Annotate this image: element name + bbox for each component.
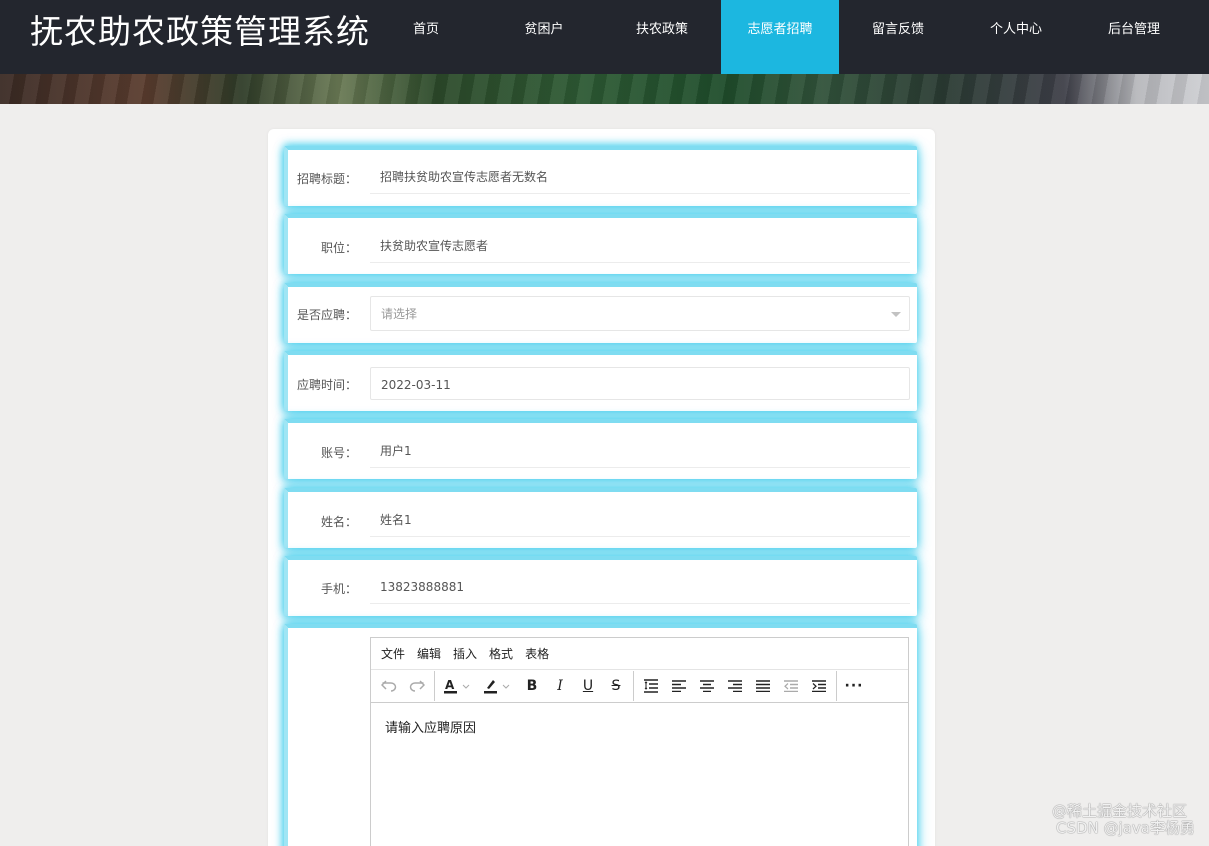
site-title: 抚农助农政策管理系统: [30, 12, 370, 51]
outdent-icon[interactable]: [777, 672, 805, 700]
account-field[interactable]: 用户1: [370, 434, 910, 468]
menu-file[interactable]: 文件: [381, 645, 405, 662]
field-label-title: 招聘标题：: [296, 172, 357, 186]
main-nav: 首页 贫困户 扶农政策 志愿者招聘 留言反馈 个人中心 后台管理: [367, 0, 1193, 74]
italic-icon[interactable]: I: [546, 672, 574, 700]
nav-volunteer-recruit[interactable]: 志愿者招聘: [721, 0, 839, 74]
form-row-apply: 是否应聘： 请选择: [284, 283, 917, 343]
editor-menubar: 文件 编辑 插入 格式 表格: [371, 638, 908, 670]
align-left-icon[interactable]: [665, 672, 693, 700]
rich-text-editor: 文件 编辑 插入 格式 表格 A B I U S ··· 请输入应聘原因: [370, 637, 909, 846]
menu-format[interactable]: 格式: [489, 645, 513, 662]
redo-icon[interactable]: [403, 672, 431, 700]
nav-feedback[interactable]: 留言反馈: [839, 0, 957, 74]
menu-table[interactable]: 表格: [525, 645, 549, 662]
align-right-icon[interactable]: [721, 672, 749, 700]
form-row-position: 职位： 扶贫助农宣传志愿者: [284, 214, 917, 274]
menu-edit[interactable]: 编辑: [417, 645, 441, 662]
editor-content[interactable]: 请输入应聘原因: [371, 703, 908, 750]
name-field[interactable]: 姓名1: [370, 503, 910, 537]
position-field[interactable]: 扶贫助农宣传志愿者: [370, 229, 910, 263]
field-label-phone: 手机：: [320, 582, 357, 596]
banner-image: [0, 74, 1209, 104]
field-label-name: 姓名：: [320, 515, 357, 529]
nav-personal-center[interactable]: 个人中心: [957, 0, 1075, 74]
phone-field[interactable]: 13823888881: [370, 570, 910, 604]
line-height-icon[interactable]: [637, 672, 665, 700]
editor-toolbar: A B I U S ···: [371, 670, 908, 703]
form-row-phone: 手机： 13823888881: [284, 556, 917, 616]
nav-poor-households[interactable]: 贫困户: [485, 0, 603, 74]
field-label-apply-time: 应聘时间：: [296, 378, 357, 392]
nav-farm-policy[interactable]: 扶农政策: [603, 0, 721, 74]
underline-icon[interactable]: U: [574, 672, 602, 700]
chevron-down-icon: [891, 312, 901, 317]
toolbar-divider: [434, 671, 435, 701]
align-center-icon[interactable]: [693, 672, 721, 700]
field-label-account: 账号：: [320, 446, 357, 460]
text-color-icon[interactable]: A: [438, 672, 478, 700]
field-label-apply: 是否应聘：: [296, 308, 357, 322]
strikethrough-icon[interactable]: S: [602, 672, 630, 700]
toolbar-divider: [836, 671, 837, 701]
form-row-title: 招聘标题： 招聘扶贫助农宣传志愿者无数名: [284, 146, 917, 206]
indent-icon[interactable]: [805, 672, 833, 700]
apply-select[interactable]: 请选择: [370, 296, 910, 331]
form-row-apply-time: 应聘时间： 2022-03-11: [284, 351, 917, 411]
watermark-csdn: CSDN @java李杨勇: [1056, 819, 1195, 837]
highlight-color-icon[interactable]: [478, 672, 518, 700]
align-justify-icon[interactable]: [749, 672, 777, 700]
top-header: 抚农助农政策管理系统 首页 贫困户 扶农政策 志愿者招聘 留言反馈 个人中心 后…: [0, 0, 1209, 74]
apply-date-field[interactable]: 2022-03-11: [370, 367, 910, 400]
undo-icon[interactable]: [375, 672, 403, 700]
recruit-title-field[interactable]: 招聘扶贫助农宣传志愿者无数名: [370, 160, 910, 194]
apply-select-placeholder: 请选择: [381, 307, 418, 321]
menu-insert[interactable]: 插入: [453, 645, 477, 662]
field-label-position: 职位：: [320, 241, 357, 255]
nav-home[interactable]: 首页: [367, 0, 485, 74]
form-row-account: 账号： 用户1: [284, 419, 917, 479]
nav-admin[interactable]: 后台管理: [1075, 0, 1193, 74]
toolbar-divider: [633, 671, 634, 701]
more-icon[interactable]: ···: [840, 672, 868, 700]
form-row-name: 姓名： 姓名1: [284, 488, 917, 548]
bold-icon[interactable]: B: [518, 672, 546, 700]
svg-text:A: A: [445, 678, 455, 692]
